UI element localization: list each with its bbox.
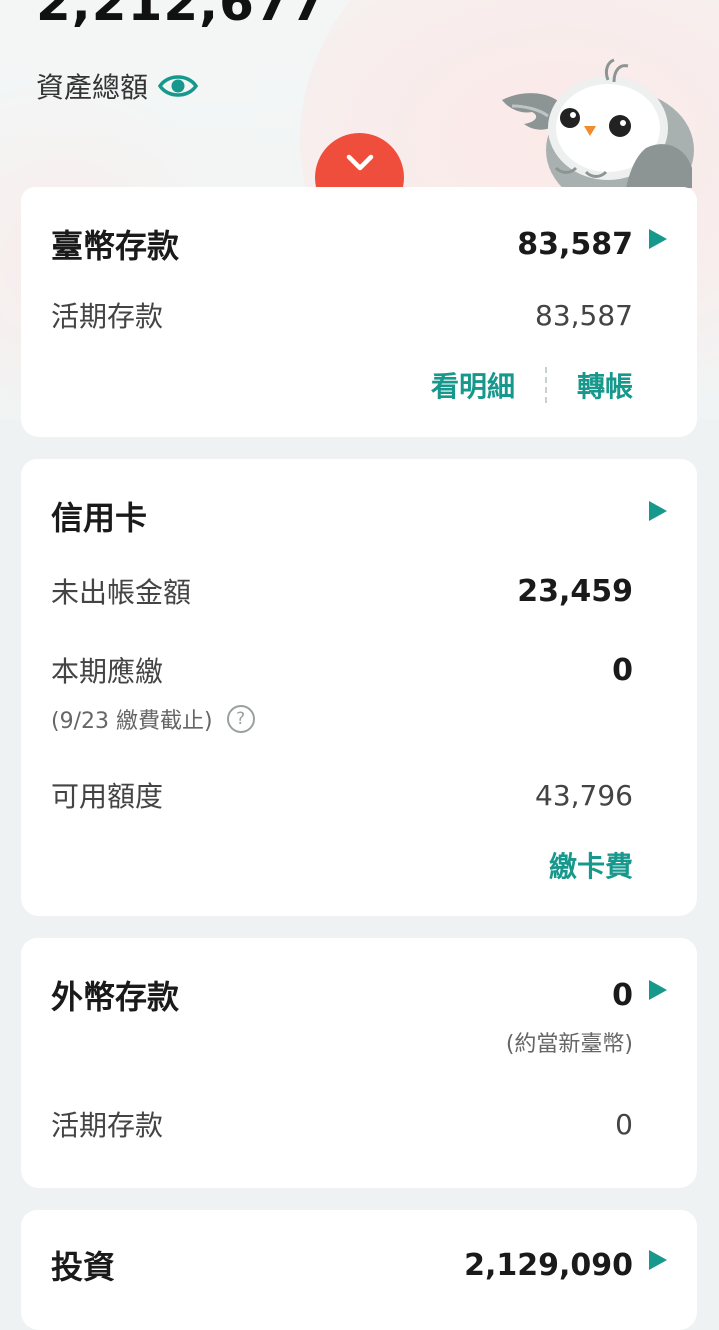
investment-amount: 2,129,090 bbox=[464, 1247, 633, 1283]
transfer-link[interactable]: 轉帳 bbox=[577, 365, 633, 405]
foreign-deposit-amount: 0 bbox=[612, 977, 633, 1013]
available-value: 43,796 bbox=[535, 778, 633, 812]
due-label: 本期應繳 bbox=[51, 655, 164, 688]
owl-mascot-icon bbox=[502, 58, 694, 188]
eye-icon[interactable] bbox=[158, 72, 199, 100]
twd-demand-row: 活期存款 83,587 bbox=[51, 295, 633, 335]
twd-demand-label: 活期存款 bbox=[51, 300, 164, 333]
credit-card-title: 信用卡 bbox=[51, 499, 148, 537]
pay-card-link[interactable]: 繳卡費 bbox=[549, 845, 633, 885]
play-arrow-icon[interactable] bbox=[649, 980, 667, 1000]
foreign-demand-label: 活期存款 bbox=[51, 1109, 164, 1142]
unbilled-row: 未出帳金額 23,459 bbox=[51, 571, 633, 611]
investment-card: 投資 2,129,090 bbox=[21, 1210, 697, 1330]
investment-title: 投資 bbox=[51, 1248, 116, 1286]
available-label: 可用額度 bbox=[51, 780, 164, 813]
foreign-demand-value: 0 bbox=[615, 1107, 633, 1141]
available-row: 可用額度 43,796 bbox=[51, 775, 633, 815]
total-assets-value: 2,212,677 bbox=[36, 0, 327, 32]
play-arrow-icon[interactable] bbox=[649, 1250, 667, 1270]
unbilled-value: 23,459 bbox=[517, 573, 633, 609]
due-note-row: (9/23 繳費截止) ? bbox=[51, 703, 633, 735]
foreign-demand-row: 活期存款 0 bbox=[51, 1104, 633, 1144]
total-assets-label-row: 資產總額 bbox=[36, 66, 199, 106]
credit-card-header[interactable]: 信用卡 bbox=[51, 493, 633, 539]
credit-card-actions: 繳卡費 bbox=[549, 845, 633, 885]
due-value: 0 bbox=[612, 652, 633, 688]
credit-card-card: 信用卡 未出帳金額 23,459 本期應繳 0 (9/23 繳費截止) ? 可用… bbox=[21, 459, 697, 916]
twd-demand-value: 83,587 bbox=[535, 298, 633, 332]
twd-equivalent-note: (約當新臺幣) bbox=[505, 1032, 633, 1057]
view-details-link[interactable]: 看明細 bbox=[431, 365, 515, 405]
question-icon[interactable]: ? bbox=[226, 705, 255, 733]
unbilled-label: 未出帳金額 bbox=[51, 576, 192, 609]
twd-deposit-title: 臺幣存款 bbox=[51, 227, 180, 265]
foreign-deposit-title: 外幣存款 bbox=[51, 978, 180, 1016]
twd-deposit-card: 臺幣存款 83,587 活期存款 83,587 看明細 轉帳 bbox=[21, 187, 697, 437]
due-deadline-note: (9/23 繳費截止) bbox=[51, 709, 213, 734]
play-arrow-icon[interactable] bbox=[649, 229, 667, 249]
play-arrow-icon[interactable] bbox=[649, 501, 667, 521]
foreign-note-row: (約當新臺幣) bbox=[51, 1026, 633, 1058]
investment-header[interactable]: 投資 2,129,090 bbox=[51, 1242, 633, 1288]
foreign-deposit-card: 外幣存款 0 (約當新臺幣) 活期存款 0 bbox=[21, 938, 697, 1188]
due-row: 本期應繳 0 bbox=[51, 650, 633, 690]
chevron-down-icon bbox=[346, 154, 373, 171]
twd-deposit-header[interactable]: 臺幣存款 83,587 bbox=[51, 221, 633, 267]
twd-deposit-actions: 看明細 轉帳 bbox=[431, 365, 633, 405]
total-assets-label: 資產總額 bbox=[36, 71, 149, 104]
foreign-deposit-header[interactable]: 外幣存款 0 bbox=[51, 972, 633, 1018]
twd-deposit-amount: 83,587 bbox=[517, 226, 633, 262]
action-divider bbox=[544, 367, 547, 403]
